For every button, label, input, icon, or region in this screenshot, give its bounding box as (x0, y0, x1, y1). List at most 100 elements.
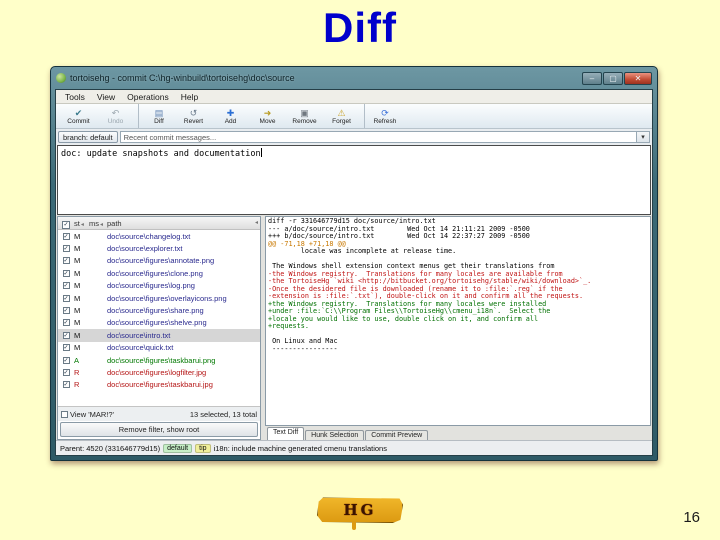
file-status: M (74, 231, 81, 241)
file-checkbox[interactable] (58, 257, 74, 265)
toolbar-button[interactable]: ✔ Commit (60, 104, 97, 128)
toolbar-button-label: Refresh (373, 117, 397, 125)
checkbox-icon (62, 307, 70, 315)
file-checkbox[interactable] (58, 232, 74, 240)
file-path: doc\source\figures\share.png (107, 306, 204, 316)
slide-title: Diff (323, 4, 397, 51)
checkbox-icon (62, 220, 70, 229)
status-badge: default (163, 443, 193, 453)
file-list-footer: View 'MAR!?' 13 selected, 13 total (58, 406, 260, 421)
toolbar-button-label: Forget (332, 117, 351, 125)
file-row[interactable]: A doc\source\figures\taskbarui.png (58, 354, 260, 366)
file-list-header[interactable]: st ms path (58, 217, 260, 230)
select-all-checkbox[interactable] (58, 219, 74, 229)
hg-logo: HG (317, 497, 403, 523)
remove-filter-button[interactable]: Remove filter, show root (60, 422, 258, 437)
file-checkbox[interactable] (58, 245, 74, 253)
checkbox-icon (62, 232, 70, 240)
file-path: doc\source\figures\logfilter.jpg (107, 367, 207, 377)
close-button[interactable] (624, 71, 652, 85)
file-checkbox[interactable] (58, 269, 74, 277)
tortoisehg-commit-window: tortoisehg - commit C:\hg-winbuild\torto… (50, 66, 658, 461)
toolbar-button[interactable]: ▣ Remove (286, 104, 323, 128)
file-row[interactable]: R doc\source\figures\taskbarui.jpg (58, 379, 260, 391)
menu-item[interactable]: Help (176, 92, 203, 102)
file-checkbox[interactable] (58, 344, 74, 352)
remove-icon: ▣ (300, 107, 309, 118)
column-header-path[interactable]: path (107, 219, 260, 228)
file-path: doc\source\figures\overlayicons.png (107, 293, 227, 303)
minimize-button[interactable] (582, 71, 602, 85)
file-row[interactable]: R doc\source\figures\logfilter.jpg (58, 366, 260, 378)
file-row[interactable]: M doc\source\quick.txt (58, 342, 260, 354)
selection-summary: 13 selected, 13 total (189, 409, 257, 419)
diff-line: locale was incomplete at release time. (268, 247, 457, 255)
file-row[interactable]: M doc\source\figures\shelve.png (58, 317, 260, 329)
file-row[interactable]: M doc\source\figures\annotate.png (58, 255, 260, 267)
file-checkbox[interactable] (58, 307, 74, 315)
window-controls (582, 71, 652, 85)
column-header-st[interactable]: st (74, 219, 89, 228)
move-icon: ➜ (263, 107, 272, 118)
toolbar-button[interactable]: ✚ Add (212, 104, 249, 128)
view-mar-checkbox[interactable]: View 'MAR!?' (61, 410, 114, 419)
parent-commit-summary: i18n: include machine generated cmenu tr… (213, 443, 387, 453)
file-status: M (74, 281, 81, 291)
column-header-ms[interactable]: ms (89, 219, 107, 228)
commit-icon: ✔ (74, 107, 83, 118)
window-titlebar[interactable]: tortoisehg - commit C:\hg-winbuild\torto… (51, 67, 657, 89)
file-checkbox[interactable] (58, 368, 74, 376)
parent-revision: Parent: 4520 (331646779d15) (60, 443, 161, 453)
commit-message-input[interactable]: doc: update snapshots and documentation (57, 145, 651, 215)
toolbar-button[interactable]: ⚠ Forget (323, 104, 360, 128)
toolbar-button[interactable]: ➜ Move (249, 104, 286, 128)
toolbar-button-label: Commit (67, 117, 90, 125)
file-row[interactable]: M doc\source\changelog.txt (58, 230, 260, 242)
file-row[interactable]: M doc\source\figures\clone.png (58, 267, 260, 279)
file-path: doc\source\figures\taskbarui.png (107, 355, 216, 365)
menu-item[interactable]: Operations (122, 92, 174, 102)
menu-item[interactable]: Tools (60, 92, 90, 102)
file-checkbox[interactable] (58, 381, 74, 389)
slide: Diff tortoisehg - commit C:\hg-winbuild\… (0, 0, 720, 540)
file-row[interactable]: M doc\source\figures\log.png (58, 280, 260, 292)
menu-item[interactable]: View (92, 92, 120, 102)
file-row[interactable]: M doc\source\explorer.txt (58, 242, 260, 254)
checkbox-icon (62, 257, 70, 265)
file-path: doc\source\figures\annotate.png (107, 256, 215, 266)
toolbar-button[interactable]: ▤ Diff (138, 104, 175, 128)
toolbar-button[interactable]: ↶ Undo (97, 104, 134, 128)
file-list[interactable]: M doc\source\changelog.txt M doc\source\… (58, 230, 260, 406)
main-split-area: st ms path M doc\source\changelog.txt (56, 215, 652, 440)
diff-line: +requests. (268, 322, 309, 330)
file-path: doc\source\intro.txt (107, 330, 171, 340)
window-client-area: Tools View Operations Help ✔ Commit ↶ Un… (55, 89, 653, 456)
maximize-button[interactable] (603, 71, 623, 85)
branch-button[interactable]: branch: default (58, 131, 118, 143)
checkbox-icon (61, 410, 68, 418)
file-checkbox[interactable] (58, 319, 74, 327)
diff-tab[interactable]: Commit Preview (365, 430, 429, 440)
file-status: M (74, 244, 81, 254)
file-row[interactable]: M doc\source\intro.txt (58, 329, 260, 342)
toolbar-button[interactable]: ↺ Revert (175, 104, 212, 128)
recent-messages-combobox[interactable]: Recent commit messages... (119, 131, 650, 143)
branch-row: branch: default Recent commit messages..… (56, 129, 652, 145)
diff-tab[interactable]: Text Diff (267, 427, 305, 440)
checkbox-icon (62, 344, 70, 352)
file-path: doc\source\changelog.txt (107, 231, 191, 241)
toolbar-button-label: Add (224, 117, 237, 125)
file-path: doc\source\figures\taskbarui.jpg (107, 380, 213, 390)
file-checkbox[interactable] (58, 294, 74, 302)
file-checkbox[interactable] (58, 331, 74, 339)
file-row[interactable]: M doc\source\figures\overlayicons.png (58, 292, 260, 304)
checkbox-icon (62, 356, 70, 364)
diff-text-view[interactable]: diff -r 331646779d15 doc/source/intro.tx… (265, 216, 651, 426)
file-status: M (74, 330, 81, 340)
file-row[interactable]: M doc\source\figures\share.png (58, 304, 260, 316)
diff-tab[interactable]: Hunk Selection (305, 430, 365, 440)
file-checkbox[interactable] (58, 282, 74, 290)
toolbar-button[interactable]: ⟳ Refresh (364, 104, 401, 128)
chevron-down-icon[interactable] (636, 132, 649, 142)
file-checkbox[interactable] (58, 356, 74, 364)
